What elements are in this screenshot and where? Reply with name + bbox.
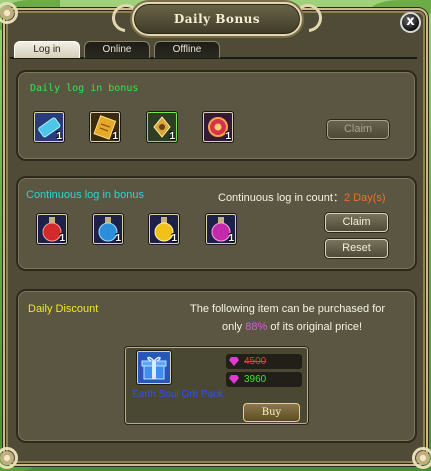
tab-online[interactable]: Online xyxy=(84,41,150,58)
gift-box-icon xyxy=(141,356,167,379)
item-quantity: 1 xyxy=(56,131,62,142)
old-price-row: 4500 xyxy=(226,354,302,369)
continuous-item-slot-3[interactable]: 1 xyxy=(149,214,179,244)
continuous-item-slot-4[interactable]: 1 xyxy=(206,214,236,244)
login-claim-button[interactable]: Claim xyxy=(327,120,389,139)
new-price-row: 3960 xyxy=(226,372,302,387)
continuous-item-slot-1[interactable]: 1 xyxy=(37,214,67,244)
continuous-count-text: Continuous log in count：2 Day(s) xyxy=(218,189,386,205)
diamond-icon xyxy=(229,357,239,366)
tab-offline[interactable]: Offline xyxy=(154,41,220,58)
item-quantity: 1 xyxy=(228,233,234,244)
discount-desc-suffix: of its original price! xyxy=(267,321,363,333)
continuous-count-label: Continuous log in count： xyxy=(218,192,344,204)
discount-item-slot[interactable] xyxy=(137,351,171,384)
item-quantity: 1 xyxy=(59,233,65,244)
continuous-claim-button[interactable]: Claim xyxy=(325,213,388,232)
buy-button[interactable]: Buy xyxy=(243,403,300,422)
old-price: 4500 xyxy=(244,356,267,367)
corner-ornament xyxy=(412,447,431,469)
window-title-plate: Daily Bonus xyxy=(132,2,302,36)
tab-log-in[interactable]: Log in xyxy=(14,41,80,58)
discount-description-line1: The following item can be purchased for xyxy=(190,303,386,315)
continuous-count-value: 2 Day(s) xyxy=(343,192,386,204)
diamond-icon xyxy=(229,375,239,384)
login-item-slot-4[interactable]: 1 xyxy=(203,112,233,142)
continuous-reset-button[interactable]: Reset xyxy=(325,239,388,258)
window-title: Daily Bonus xyxy=(173,12,261,26)
tab-bar: Log in Online Offline xyxy=(14,41,220,58)
item-quantity: 1 xyxy=(115,233,121,244)
login-item-slot-3[interactable]: 1 xyxy=(147,112,177,142)
discount-description-line2: only 88% of its original price! xyxy=(222,321,362,333)
login-item-slot-2[interactable]: 1 xyxy=(90,112,120,142)
close-button[interactable]: x xyxy=(400,12,421,33)
continuous-login-bonus-title: Continuous log in bonus xyxy=(26,189,145,201)
daily-discount-title: Daily Discount xyxy=(28,303,99,315)
continuous-item-slot-2[interactable]: 1 xyxy=(93,214,123,244)
discount-item-name: Earth Soul Orb Pack xyxy=(132,389,224,400)
discount-desc-prefix: only xyxy=(222,321,246,333)
item-quantity: 1 xyxy=(225,131,231,142)
item-quantity: 1 xyxy=(171,233,177,244)
daily-login-bonus-title: Daily log in bonus xyxy=(30,83,139,94)
item-quantity: 1 xyxy=(112,131,118,142)
discount-percent: 88% xyxy=(245,321,268,333)
new-price: 3960 xyxy=(244,374,267,385)
item-quantity: 1 xyxy=(169,131,175,142)
login-item-slot-1[interactable]: 1 xyxy=(34,112,64,142)
